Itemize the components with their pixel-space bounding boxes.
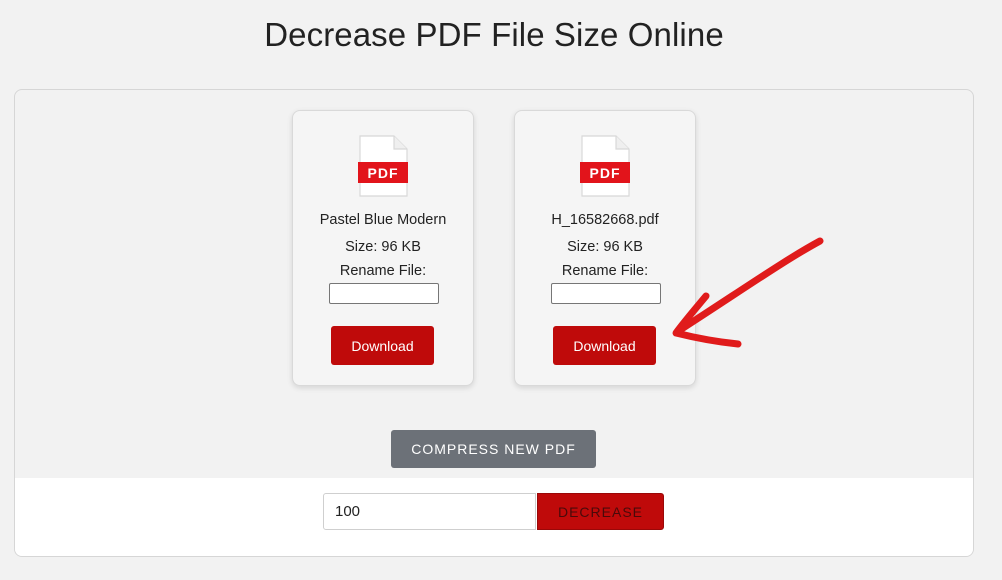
file-size: Size: 96 KB	[345, 239, 421, 255]
compression-level-bar: DECREASE	[15, 478, 973, 556]
file-card: PDF Pastel Blue Modern Size: 96 KB Renam…	[292, 110, 474, 386]
pdf-icon-label: PDF	[590, 165, 621, 181]
rename-label: Rename File:	[339, 263, 427, 279]
compress-new-pdf-button[interactable]: COMPRESS NEW PDF	[391, 430, 596, 468]
download-button[interactable]: Download	[331, 326, 434, 365]
download-button[interactable]: Download	[553, 326, 656, 365]
pdf-icon-label: PDF	[368, 165, 399, 181]
file-name: H_16582668.pdf	[551, 212, 659, 228]
rename-label: Rename File:	[561, 263, 649, 279]
pdf-file-icon: PDF	[580, 135, 630, 197]
rename-file-input[interactable]	[329, 283, 439, 304]
page: Decrease PDF File Size Online PDF Pastel…	[0, 0, 1002, 580]
decrease-button[interactable]: DECREASE	[537, 493, 664, 530]
file-name: Pastel Blue Modern	[319, 212, 447, 228]
rename-file-input[interactable]	[551, 283, 661, 304]
result-panel: PDF Pastel Blue Modern Size: 96 KB Renam…	[14, 89, 974, 557]
file-size: Size: 96 KB	[567, 239, 643, 255]
pdf-file-icon: PDF	[358, 135, 408, 197]
page-title: Decrease PDF File Size Online	[264, 16, 724, 53]
file-card: PDF H_16582668.pdf Size: 96 KB Rename Fi…	[514, 110, 696, 386]
compression-level-input[interactable]	[323, 493, 536, 530]
